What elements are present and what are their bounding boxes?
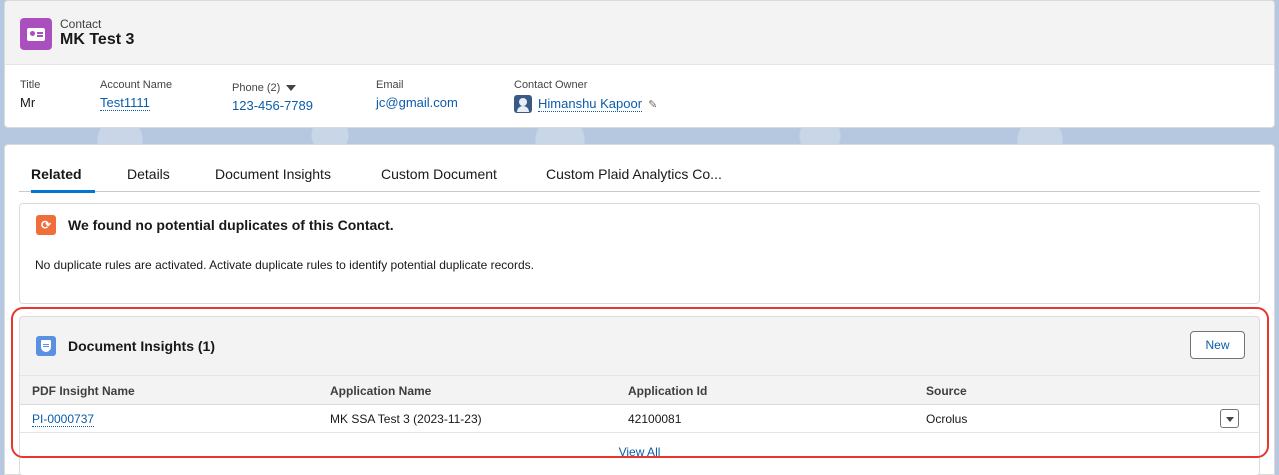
contact-icon [20, 18, 52, 50]
highlights-panel: Title Mr Account Name Test1111 Phone (2)… [5, 79, 1274, 119]
application-name-cell: MK SSA Test 3 (2023-11-23) [330, 412, 482, 426]
change-owner-icon[interactable]: ✎ [648, 98, 657, 111]
field-title: Title Mr [20, 79, 40, 110]
owner-avatar-icon [514, 95, 532, 113]
duplicates-card: ⟳ We found no potential duplicates of th… [19, 203, 1260, 304]
tab-custom-document[interactable]: Custom Document [381, 157, 514, 192]
account-link[interactable]: Test1111 [100, 95, 150, 111]
document-insights-header: Document Insights (1) New [20, 317, 1259, 375]
object-label: Contact [60, 17, 102, 31]
tab-document-insights[interactable]: Document Insights [215, 157, 349, 192]
new-button[interactable]: New [1190, 331, 1245, 359]
related-panel: Related Details Document Insights Custom… [4, 144, 1275, 475]
field-phone-label: Phone (2) [232, 82, 281, 94]
document-insights-card: Document Insights (1) New PDF Insight Na… [19, 316, 1260, 475]
duplicates-title: We found no potential duplicates of this… [68, 217, 394, 233]
tab-details[interactable]: Details [127, 157, 183, 192]
view-all-row: View All [20, 433, 1259, 475]
tab-related[interactable]: Related [31, 157, 95, 193]
field-owner-label: Contact Owner [514, 79, 588, 91]
record-header-top: Contact MK Test 3 [5, 1, 1274, 65]
duplicate-rules-icon: ⟳ [36, 215, 56, 235]
column-header-pdf-insight-name[interactable]: PDF Insight Name [32, 384, 135, 398]
tab-custom-plaid-analytics[interactable]: Custom Plaid Analytics Co... [546, 157, 746, 192]
field-owner: Contact Owner Himanshu Kapoor ✎ [514, 79, 657, 113]
field-title-label: Title [20, 79, 41, 91]
email-link[interactable]: jc@gmail.com [376, 95, 458, 110]
row-actions-button[interactable] [1220, 409, 1239, 428]
chevron-down-icon [1225, 417, 1234, 422]
column-header-source[interactable]: Source [926, 384, 967, 398]
phone-link[interactable]: 123-456-7789 [232, 98, 313, 113]
field-title-value: Mr [20, 95, 36, 110]
document-insights-table: PDF Insight Name Application Name Applic… [20, 375, 1259, 475]
record-header: Contact MK Test 3 Title Mr Account Name … [4, 0, 1275, 128]
column-header-application-name[interactable]: Application Name [330, 384, 431, 398]
tab-bar: Related Details Document Insights Custom… [19, 157, 1260, 193]
field-email: Email jc@gmail.com [376, 79, 458, 110]
application-id-cell: 42100081 [628, 412, 682, 426]
source-cell: Ocrolus [926, 412, 968, 426]
owner-link[interactable]: Himanshu Kapoor [538, 96, 643, 112]
field-email-label: Email [376, 79, 404, 91]
pdf-insight-link[interactable]: PI-0000737 [32, 412, 95, 427]
table-header-row: PDF Insight Name Application Name Applic… [20, 375, 1259, 405]
duplicates-message: No duplicate rules are activated. Activa… [35, 258, 534, 272]
table-row: PI-0000737 MK SSA Test 3 (2023-11-23) 42… [20, 405, 1259, 433]
record-title: MK Test 3 [60, 31, 135, 48]
document-insights-icon [36, 336, 56, 356]
field-account: Account Name Test1111 [100, 79, 173, 111]
phone-dropdown-icon[interactable] [286, 85, 297, 91]
view-all-link[interactable]: View All [20, 445, 1259, 459]
field-phone: Phone (2) 123-456-7789 [232, 79, 313, 113]
field-account-label: Account Name [100, 79, 173, 91]
document-insights-title[interactable]: Document Insights (1) [68, 338, 215, 354]
column-header-application-id[interactable]: Application Id [628, 384, 707, 398]
